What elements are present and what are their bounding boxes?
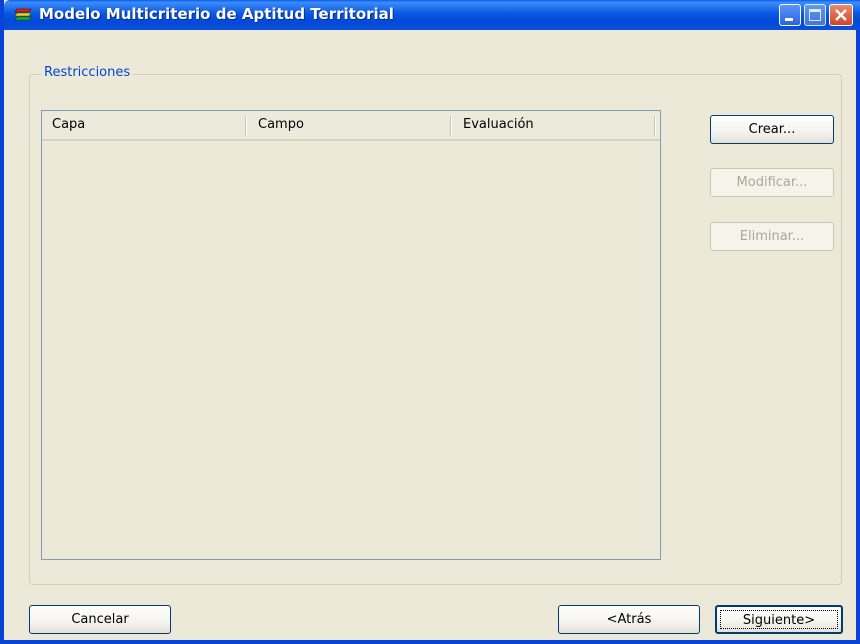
modify-button-label: Modificar... [736, 175, 808, 190]
back-button-label: <Atrás [606, 612, 652, 627]
minimize-icon [785, 18, 793, 21]
window-title: Modelo Multicriterio de Aptitud Territor… [39, 5, 394, 23]
column-header-evaluacion[interactable]: Evaluación [455, 111, 534, 139]
maximize-icon [809, 9, 821, 21]
modify-button[interactable]: Modificar... [710, 168, 834, 197]
create-button-label: Crear... [748, 122, 796, 137]
column-separator[interactable] [654, 116, 656, 136]
restrictions-table[interactable]: Capa Campo Evaluación [41, 110, 661, 560]
column-header-capa[interactable]: Capa [44, 111, 85, 139]
dialog-window: Modelo Multicriterio de Aptitud Territor… [0, 0, 860, 644]
next-button[interactable]: Siguiente> [715, 605, 843, 634]
group-legend: Restricciones [41, 65, 134, 80]
table-header: Capa Campo Evaluación [42, 111, 660, 141]
close-icon [835, 9, 847, 21]
minimize-button[interactable] [779, 4, 801, 26]
back-button[interactable]: <Atrás [558, 605, 700, 634]
delete-button-label: Eliminar... [739, 229, 805, 244]
column-header-campo[interactable]: Campo [250, 111, 304, 139]
cancel-button[interactable]: Cancelar [29, 605, 171, 634]
title-bar[interactable]: Modelo Multicriterio de Aptitud Territor… [4, 0, 860, 30]
maximize-button[interactable] [804, 4, 826, 26]
close-button[interactable] [829, 4, 853, 26]
column-separator[interactable] [450, 116, 452, 136]
next-button-label: Siguiente> [742, 613, 816, 628]
cancel-button-label: Cancelar [71, 612, 129, 627]
create-button[interactable]: Crear... [710, 115, 834, 144]
column-separator[interactable] [245, 116, 247, 136]
layers-icon [14, 8, 32, 21]
delete-button[interactable]: Eliminar... [710, 222, 834, 251]
